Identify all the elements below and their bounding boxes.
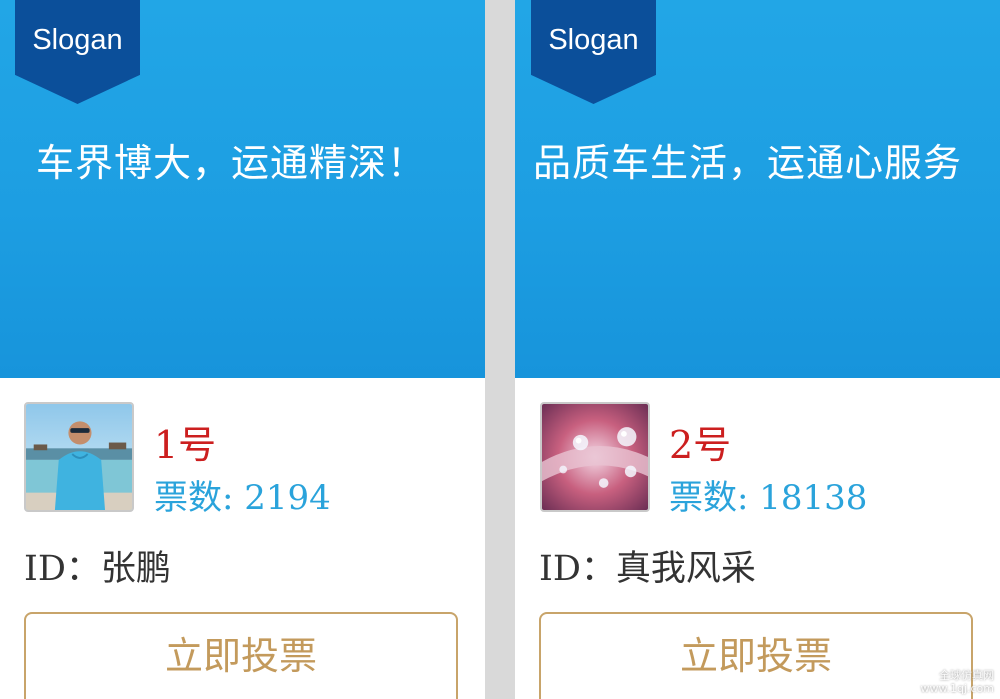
vote-now-button[interactable]: 立即投票 (24, 612, 458, 699)
contestant-number: 1号 (154, 423, 217, 467)
avatar[interactable] (540, 402, 650, 512)
contestant-card-1: Slogan 车界博大，运通精深！ 1号 票数: 2194 ID：张鹏 立即投票 (0, 0, 485, 699)
ribbon-label: Slogan (548, 24, 639, 56)
slogan-text: 品质车生活，运通心服务 (533, 141, 963, 185)
ribbon-label: Slogan (32, 24, 123, 56)
vote-count: 票数: 2194 (154, 478, 331, 518)
slogan-text: 车界博大，运通精深！ (36, 141, 427, 185)
slogan-ribbon: Slogan (15, 0, 140, 104)
water-drops-photo-icon (542, 404, 648, 510)
contestant-id: ID：真我风采 (539, 549, 756, 589)
slogan-banner: Slogan 品质车生活，运通心服务 (515, 0, 1000, 378)
watermark-line-2: www.1qj.com (920, 682, 994, 695)
contestant-id: ID：张鹏 (24, 549, 171, 589)
avatar[interactable] (24, 402, 134, 512)
contestant-card-2: Slogan 品质车生活，运通心服务 2号 票数: 18138 ID：真我风采 … (515, 0, 1000, 699)
person-photo-icon (26, 404, 132, 510)
contestant-number: 2号 (669, 423, 732, 467)
vote-now-button[interactable]: 立即投票 (539, 612, 973, 699)
site-watermark: 全球仿真网 www.1qj.com (920, 669, 994, 695)
watermark-line-1: 全球仿真网 (939, 669, 994, 682)
vote-count: 票数: 18138 (669, 478, 868, 518)
slogan-ribbon: Slogan (531, 0, 656, 104)
slogan-banner: Slogan 车界博大，运通精深！ (0, 0, 485, 378)
